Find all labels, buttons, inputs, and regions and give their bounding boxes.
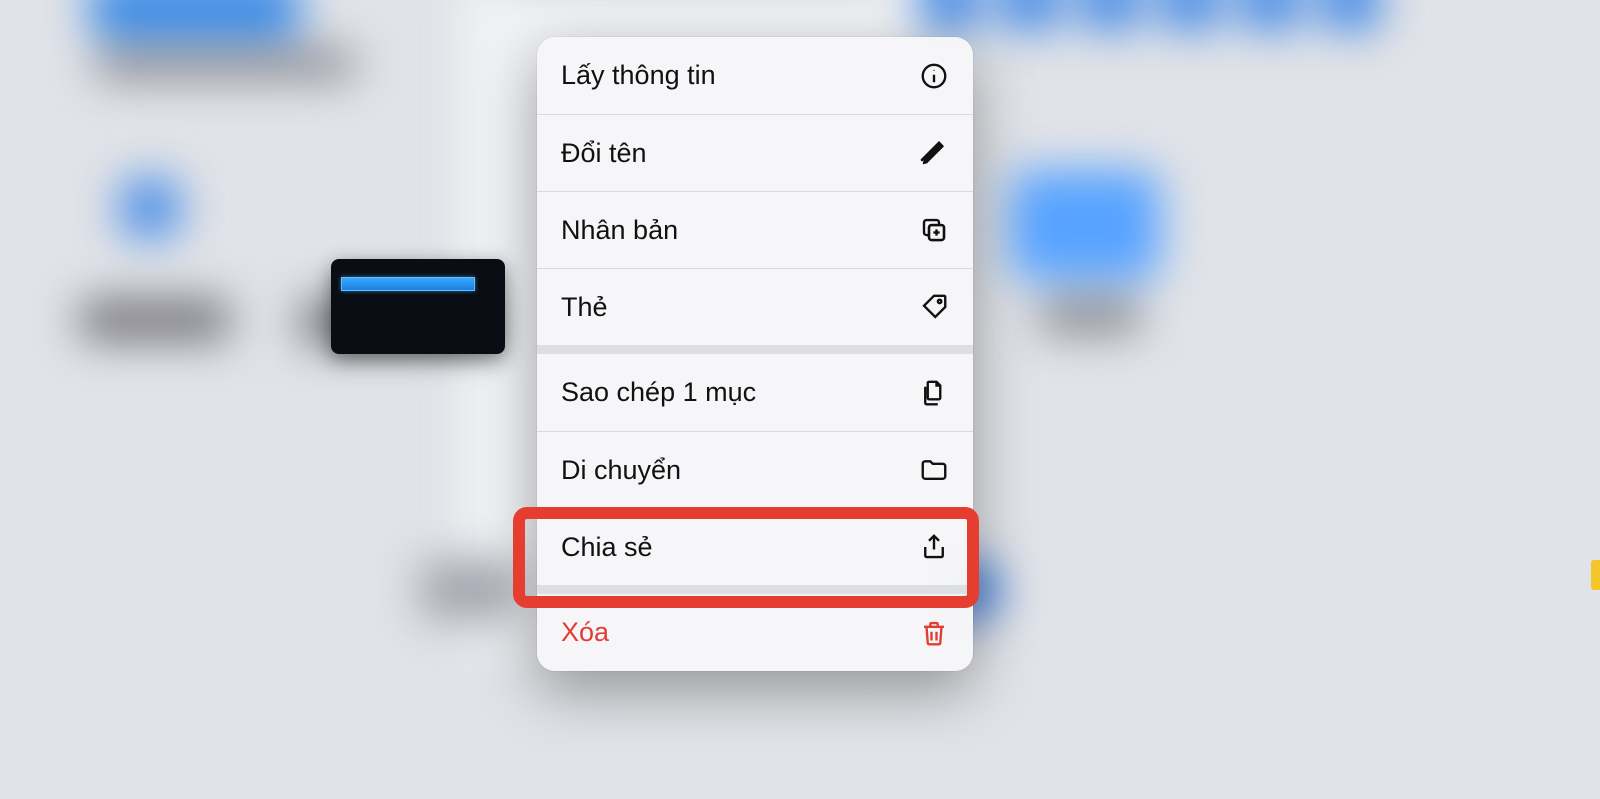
waveform-preview	[341, 277, 475, 291]
menu-item-tags[interactable]: Thẻ	[537, 268, 973, 345]
menu-item-share[interactable]: Chia sẻ	[537, 508, 973, 585]
menu-item-label: Nhân bản	[561, 215, 678, 246]
menu-item-get-info[interactable]: Lấy thông tin	[537, 37, 973, 114]
menu-item-label: Di chuyển	[561, 455, 681, 486]
doc-on-doc-icon	[919, 378, 949, 408]
menu-item-duplicate[interactable]: Nhân bản	[537, 191, 973, 268]
menu-item-label: Chia sẻ	[561, 532, 653, 563]
edge-artifact	[1591, 560, 1600, 590]
folder-icon	[919, 455, 949, 485]
context-menu: Lấy thông tin Đổi tên Nhân bản	[537, 37, 973, 671]
pencil-icon	[919, 138, 949, 168]
menu-item-label: Lấy thông tin	[561, 60, 716, 91]
menu-item-rename[interactable]: Đổi tên	[537, 114, 973, 191]
menu-item-label: Đổi tên	[561, 138, 647, 169]
duplicate-icon	[919, 215, 949, 245]
info-circle-icon	[919, 61, 949, 91]
menu-item-move[interactable]: Di chuyển	[537, 431, 973, 508]
menu-item-label: Xóa	[561, 617, 609, 648]
menu-item-copy-one[interactable]: Sao chép 1 mục	[537, 354, 973, 431]
tag-icon	[919, 292, 949, 322]
selected-item-thumbnail[interactable]	[331, 259, 505, 354]
menu-item-label: Thẻ	[561, 292, 608, 323]
share-icon	[919, 532, 949, 562]
menu-item-delete[interactable]: Xóa	[537, 594, 973, 671]
menu-item-label: Sao chép 1 mục	[561, 377, 756, 408]
trash-icon	[919, 618, 949, 648]
